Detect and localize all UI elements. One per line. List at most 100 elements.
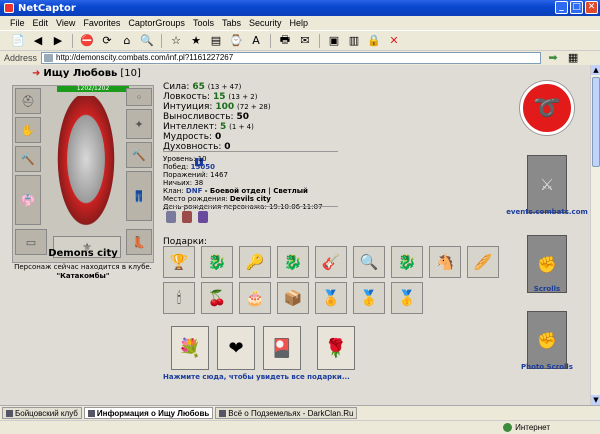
character-figure [53, 96, 119, 236]
all-gifts-link[interactable]: Нажмите сюда, чтобы увидеть все подарки.… [163, 373, 350, 381]
page-content: ➜ Ищу Любовь [10] i 1202/1202 ⛑ ✋ 🔨 👘 ▭ … [0, 65, 590, 405]
badge-icon[interactable] [198, 211, 208, 223]
scrolls-link[interactable]: Scrolls [505, 285, 589, 293]
menu-edit[interactable]: Edit [33, 18, 49, 28]
armor-slot[interactable]: 👘 [15, 175, 41, 225]
photo-scrolls-link[interactable]: Photo Scrolls [505, 363, 589, 371]
stat-label: Ловкость: [163, 92, 211, 102]
gift-item[interactable]: 🎂 [239, 282, 271, 314]
gift-item[interactable]: 📦 [277, 282, 309, 314]
stat-value: 50 [236, 112, 249, 122]
address-input[interactable]: http://demonscity.combats.com/inf.pl?116… [41, 51, 542, 64]
gift-item[interactable]: 🍒 [201, 282, 233, 314]
location-note-text: Персонаж сейчас находится в клубе. [14, 263, 152, 271]
forward-icon[interactable]: ▶ [50, 33, 66, 49]
close-button[interactable]: ✕ [585, 1, 598, 14]
scroll-down-icon[interactable]: ▼ [591, 395, 600, 405]
window-titlebar: NetCaptor _ □ ✕ [0, 0, 600, 16]
tab-fight-club[interactable]: Бойцовский клуб [2, 407, 82, 419]
gift-card[interactable]: 🎴 [263, 326, 301, 370]
tab-character-info[interactable]: Информация о Ищу Любовь [83, 407, 214, 419]
gift-item[interactable]: 🥇 [353, 282, 385, 314]
new-page-icon[interactable]: 📄 [10, 33, 26, 49]
gift-card[interactable]: 💐 [171, 326, 209, 370]
font-size-icon[interactable]: A [248, 33, 264, 49]
go-icon[interactable]: ➡ [545, 50, 561, 66]
tabs-group-icon[interactable]: ▥ [346, 33, 362, 49]
clan-link[interactable]: DNF [186, 187, 202, 195]
badge-icon[interactable] [182, 211, 192, 223]
menu-captorgroups[interactable]: CaptorGroups [128, 18, 185, 28]
gift-item[interactable]: 🏅 [315, 282, 347, 314]
scroll-up-icon[interactable]: ▲ [591, 65, 600, 75]
helmet-slot[interactable]: ⛑ [15, 88, 41, 114]
menu-security[interactable]: Security [249, 18, 282, 28]
menu-view[interactable]: View [56, 18, 75, 28]
vertical-scrollbar[interactable]: ▲ ▼ [590, 65, 600, 405]
stat-label: Мудрость: [163, 132, 213, 142]
menu-help[interactable]: Help [289, 18, 308, 28]
back-icon[interactable]: ◀ [30, 33, 46, 49]
address-label: Address [4, 52, 38, 63]
address-extra-icon[interactable]: ▦ [565, 50, 581, 66]
gift-item[interactable]: 🥖 [467, 246, 499, 278]
location-note: Персонаж сейчас находится в клубе. "Ката… [12, 263, 154, 281]
favorites-icon[interactable]: ★ [188, 33, 204, 49]
tab-icon[interactable]: ▣ [326, 33, 342, 49]
badge-icon[interactable] [166, 211, 176, 223]
gift-item[interactable]: 🔑 [239, 246, 271, 278]
minimize-button[interactable]: _ [555, 1, 568, 14]
refresh-icon[interactable]: ⟳ [99, 33, 115, 49]
arrow-icon: ➜ [32, 68, 41, 79]
character-name-row: ➜ Ищу Любовь [10] i [32, 68, 203, 166]
panel-icon[interactable]: ▤ [208, 33, 224, 49]
gift-card[interactable]: ❤ [217, 326, 255, 370]
gift-item[interactable]: 🥇 [391, 282, 423, 314]
stop-icon[interactable]: ⛔ [79, 33, 95, 49]
amulet-slot[interactable]: ✦ [126, 109, 152, 139]
offhand-slot[interactable]: 🔨 [126, 142, 152, 168]
menu-file[interactable]: File [10, 18, 25, 28]
weapon-slot[interactable]: 🔨 [15, 146, 41, 172]
search-icon[interactable]: 🔍 [139, 33, 155, 49]
favorite-add-icon[interactable]: ☆ [168, 33, 184, 49]
events-link[interactable]: events.combats.com [505, 208, 589, 216]
gift-item[interactable]: 🔍 [353, 246, 385, 278]
menu-favorites[interactable]: Favorites [83, 18, 120, 28]
combats-logo-icon[interactable]: ➰ [520, 81, 574, 135]
gift-item[interactable]: 🐉 [277, 246, 309, 278]
home-icon[interactable]: ⌂ [119, 33, 135, 49]
earring-slot[interactable]: ◦ [126, 88, 152, 106]
gloves-slot[interactable]: ✋ [15, 117, 41, 143]
print-icon[interactable]: 🖶 [277, 33, 293, 49]
gift-item[interactable]: 🐉 [391, 246, 423, 278]
app-icon [4, 3, 14, 13]
tab-darkclan[interactable]: Всё о Подземельях - DarkClan.Ru [215, 407, 358, 419]
menu-tabs[interactable]: Tabs [222, 18, 241, 28]
menu-tools[interactable]: Tools [193, 18, 214, 28]
info-block: Уровень: 10 Побед: 15050 Поражений: 1467… [163, 155, 323, 211]
lock-icon[interactable]: 🔒 [366, 33, 382, 49]
clan-rest: - Боевой отдел | Светлый [204, 187, 308, 195]
history-icon[interactable]: ⌚ [228, 33, 244, 49]
draws-line: Ничьих: 38 [163, 179, 204, 187]
city-name: Demons city [48, 248, 118, 259]
scroll-thumb[interactable] [592, 77, 600, 167]
maximize-button[interactable]: □ [570, 1, 583, 14]
close-tab-icon[interactable]: ✕ [386, 33, 402, 49]
gift-item[interactable]: 🎸 [315, 246, 347, 278]
legs-slot[interactable]: 👖 [126, 171, 152, 221]
location-name: "Катакомбы" [56, 272, 110, 280]
toolbar-separator [72, 33, 73, 48]
level-line: Уровень: 10 [163, 155, 207, 163]
stat-label: Интуиция: [163, 102, 213, 112]
gift-item[interactable]: 🏆 [163, 246, 195, 278]
photo-scrolls-banner-icon[interactable]: ✊ [527, 311, 567, 369]
gift-item[interactable]: 🐴 [429, 246, 461, 278]
stat-row: Сила: 65 (13 + 47) [163, 82, 271, 92]
gift-card[interactable]: 🌹 [317, 326, 355, 370]
events-banner-icon[interactable]: ⚔ [527, 155, 567, 213]
gift-item[interactable]: 🐉 [201, 246, 233, 278]
gift-item[interactable]: 🕯 [163, 282, 195, 314]
mail-icon[interactable]: ✉ [297, 33, 313, 49]
